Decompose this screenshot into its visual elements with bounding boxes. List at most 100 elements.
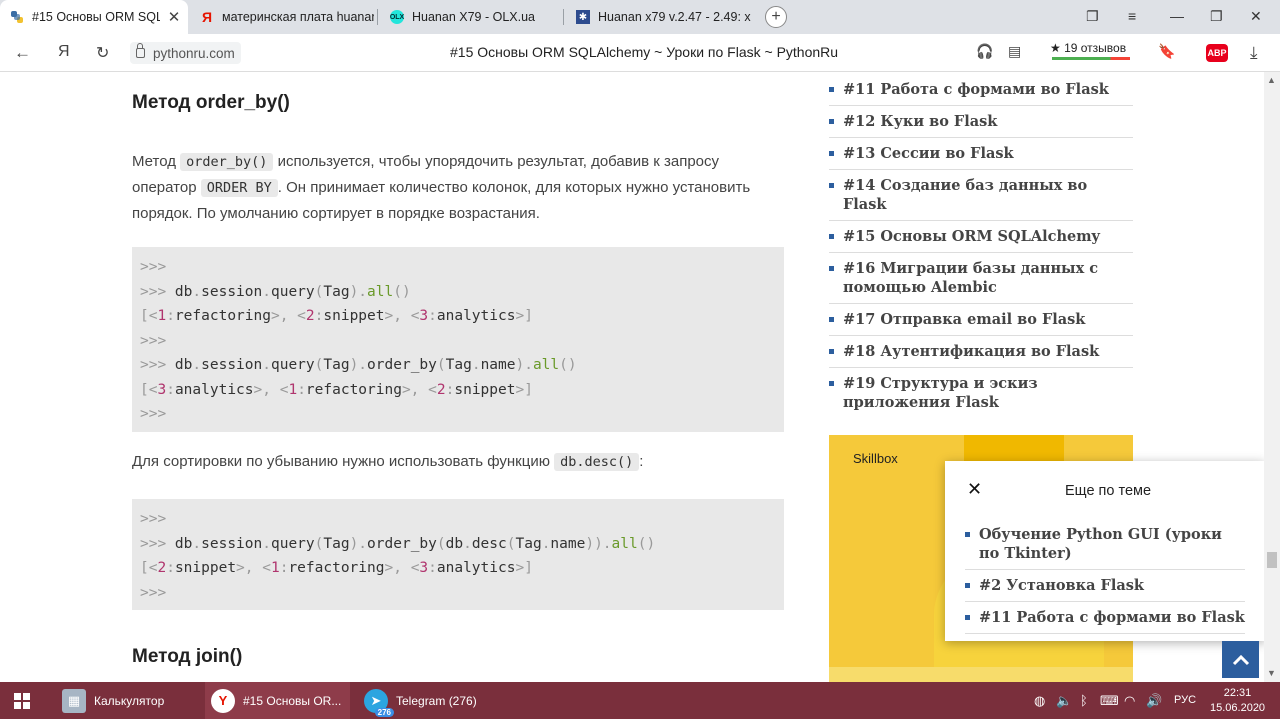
restore-icon[interactable]: ❐ [1210, 8, 1223, 25]
scroll-down-arrow-icon[interactable]: ▼ [1267, 668, 1276, 678]
taskbar-item-yandex-browser[interactable]: Y #15 Основы OR... [205, 682, 350, 719]
code-line: [<1:refactoring>, <2:snippet>, <3:analyt… [140, 308, 533, 324]
yandex-home-icon[interactable]: Я [58, 43, 70, 61]
tab-yandex-search[interactable]: Я материнская плата huanan [190, 0, 374, 34]
yandex-browser-icon: Y [211, 688, 235, 713]
tab-olx[interactable]: OLX Huanan X79 - OLX.ua [380, 0, 560, 34]
scroll-thumb[interactable] [1267, 552, 1277, 568]
sidebar-item-lesson-12[interactable]: #12 Куки во Flask [829, 106, 1133, 138]
volume-muted-icon[interactable]: 🔈 [1056, 693, 1072, 709]
popup-item-tkinter[interactable]: Обучение Python GUI (уроки по Tkinter) [965, 519, 1245, 570]
sidebar-item-lesson-17[interactable]: #17 Отправка email во Flask [829, 304, 1133, 336]
inline-code: order_by() [180, 153, 274, 171]
text: Метод [132, 153, 181, 170]
window-close-icon[interactable]: ✕ [1250, 8, 1262, 25]
reload-icon[interactable]: ↻ [96, 43, 109, 63]
sidebar-item-lesson-19[interactable]: #19 Структура и эскиз приложения Flask [829, 368, 1133, 418]
sidebar-item-lesson-11[interactable]: #11 Работа с формами во Flask [829, 74, 1133, 106]
tab-title: материнская плата huanan [222, 10, 374, 24]
close-icon[interactable]: ✕ [967, 479, 982, 500]
browser-tab-strip: #15 Основы ORM SQLAlchemy ~ Уроки по Fla… [0, 0, 1280, 34]
code-block: >>> >>> db.session.query(Tag).order_by(d… [132, 499, 784, 610]
system-clock[interactable]: 22:31 15.06.2020 [1210, 686, 1265, 716]
popup-item-forms-flask[interactable]: #11 Работа с формами во Flask [965, 602, 1245, 634]
tab-divider [563, 9, 564, 25]
tab-title: Huanan X79 - OLX.ua [412, 10, 535, 24]
popup-item-install-flask[interactable]: #2 Установка Flask [965, 570, 1245, 602]
url-domain[interactable]: pythonru.com [130, 42, 241, 64]
paragraph-desc: Для сортировки по убыванию нужно использ… [132, 449, 792, 475]
calculator-icon: ▦ [62, 688, 86, 713]
code-line: >>> [140, 406, 167, 422]
inline-code: ORDER BY [200, 179, 278, 197]
paragraph-order-by: Метод order_by() используется, чтобы упо… [132, 149, 772, 226]
sidebar-item-lesson-15[interactable]: #15 Основы ORM SQLAlchemy [829, 221, 1133, 253]
download-icon[interactable]: ⤓ [1250, 43, 1258, 63]
reader-mode-icon[interactable]: ▤ [1008, 43, 1021, 60]
back-arrow-icon[interactable]: ← [14, 43, 31, 63]
tab-pythonru[interactable]: #15 Основы ORM SQLAlchemy ~ Уроки по Fla… [0, 0, 188, 34]
code-line: >>> [140, 584, 167, 601]
page-content: Метод order_by() Метод order_by() исполь… [0, 72, 1264, 682]
tab-huanan-forum[interactable]: ✱ Huanan x79 v.2.47 - 2.49: x [566, 0, 752, 34]
windows-start-icon[interactable] [14, 693, 30, 709]
taskbar-label: Telegram (276) [396, 693, 477, 708]
scroll-to-top-button[interactable] [1222, 641, 1259, 678]
bluetooth-icon[interactable]: ᛒ [1080, 693, 1088, 708]
popup-title: Еще по теме [1065, 483, 1152, 499]
keyboard-icon[interactable]: ⌨ [1100, 693, 1119, 709]
sidebar-item-lesson-14[interactable]: #14 Создание баз данных во Flask [829, 170, 1133, 221]
text: : [639, 453, 644, 470]
code-line: >>> db.session.query(Tag).order_by(Tag.n… [140, 357, 577, 373]
wifi-icon[interactable]: ◠ [1124, 693, 1135, 709]
code-line: >>> db.session.query(Tag).order_by(db.de… [140, 535, 656, 552]
taskbar-label: #15 Основы OR... [243, 693, 342, 708]
popup-list: Обучение Python GUI (уроки по Tkinter) #… [965, 519, 1245, 634]
heading-order-by: Метод order_by() [132, 92, 290, 113]
telegram-badge: 276 [374, 707, 394, 717]
page-scrollbar[interactable]: ▲ ▼ [1264, 72, 1280, 682]
windows-taskbar: ▦ Калькулятор Y #15 Основы OR... ➤ 276 Te… [0, 682, 1280, 719]
tab-divider [377, 9, 378, 25]
ad-caption-strip [829, 667, 1133, 682]
taskbar-item-telegram[interactable]: ➤ 276 Telegram (276) [360, 682, 500, 719]
menu-icon[interactable]: ≡ [1128, 8, 1136, 24]
headphones-icon[interactable]: 🎧 [976, 43, 993, 60]
input-language[interactable]: РУС [1174, 694, 1196, 706]
code-line: >>> [140, 259, 167, 275]
taskbar-item-calculator[interactable]: ▦ Калькулятор [58, 682, 198, 719]
address-bar: ← Я ↻ pythonru.com #15 Основы ORM SQLAlc… [0, 34, 1280, 72]
olx-icon: OLX [390, 10, 404, 24]
bookmark-icon[interactable]: 🔖 [1158, 43, 1175, 60]
reviews-badge[interactable]: ★ 19 отзывов [1050, 41, 1126, 55]
adblock-icon[interactable]: ABP [1206, 44, 1228, 62]
sidebar-item-lesson-13[interactable]: #13 Сессии во Flask [829, 138, 1133, 170]
clock-time: 22:31 [1223, 687, 1252, 699]
new-tab-button[interactable]: + [765, 6, 787, 28]
sidebar-item-lesson-16[interactable]: #16 Миграции базы данных с помощью Alemb… [829, 253, 1133, 304]
heading-join: Метод join() [132, 646, 243, 667]
tab-title: Huanan x79 v.2.47 - 2.49: x [598, 10, 751, 24]
ad-brand: Skillbox [853, 451, 898, 466]
lock-icon [136, 43, 145, 58]
sidebar-item-lesson-18[interactable]: #18 Аутентификация во Flask [829, 336, 1133, 368]
clock-date: 15.06.2020 [1210, 702, 1266, 714]
code-block: >>> >>> db.session.query(Tag).all() [<1:… [132, 247, 784, 432]
speaker-icon[interactable]: 🔊 [1146, 693, 1162, 709]
tabs-menu-icon[interactable]: ❐ [1086, 8, 1099, 25]
code-line: >>> db.session.query(Tag).all() [140, 283, 411, 300]
address-page-title[interactable]: #15 Основы ORM SQLAlchemy ~ Уроки по Fla… [450, 44, 838, 60]
yandex-icon: Я [201, 9, 213, 25]
domain-text: pythonru.com [153, 45, 235, 61]
code-line: >>> [140, 511, 167, 527]
scroll-up-arrow-icon[interactable]: ▲ [1267, 75, 1276, 85]
minimize-icon[interactable]: — [1170, 8, 1184, 24]
close-icon[interactable]: ✕ [166, 8, 182, 26]
tab-title: #15 Основы ORM SQLAlchemy ~ Уроки по Fla… [32, 10, 160, 24]
text: Для сортировки по убыванию нужно использ… [132, 453, 555, 470]
reviews-rating-bar [1052, 57, 1130, 60]
inline-code: db.desc() [554, 453, 640, 471]
related-topics-popup: ✕ Еще по теме Обучение Python GUI (уроки… [945, 461, 1264, 641]
taskbar-label: Калькулятор [94, 693, 165, 708]
network-globe-icon[interactable]: ◍ [1034, 693, 1045, 709]
